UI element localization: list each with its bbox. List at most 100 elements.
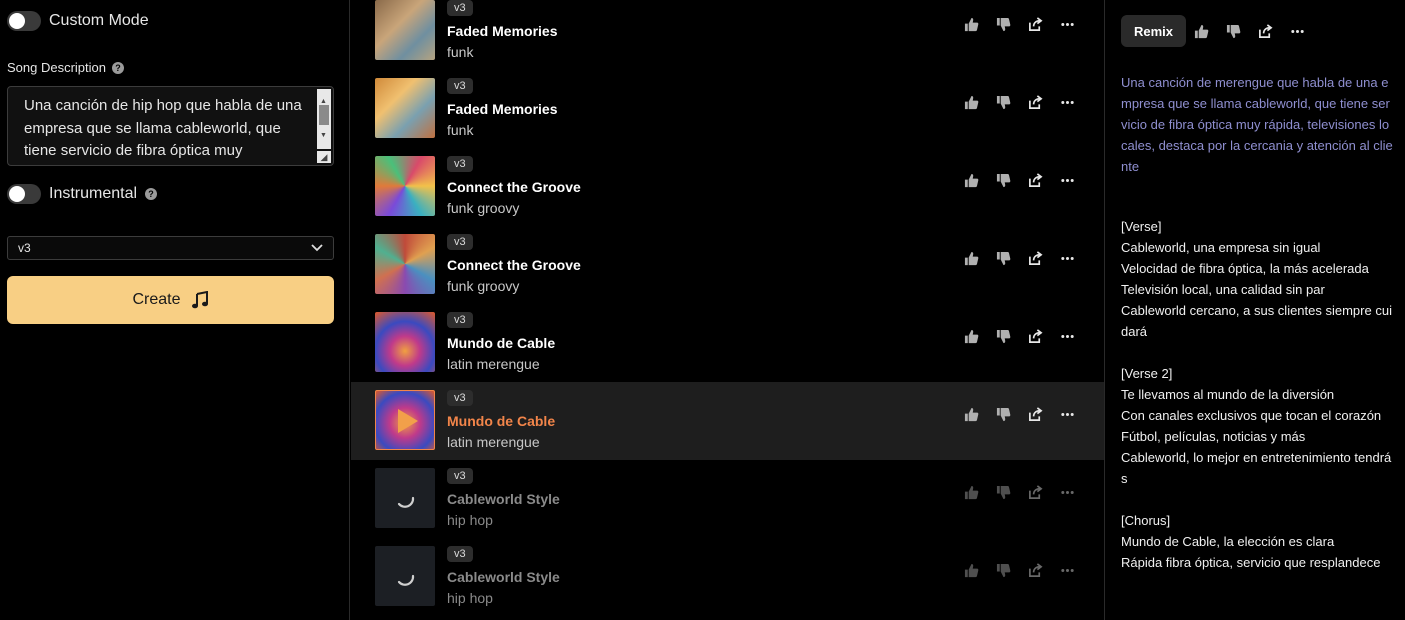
song-detail-panel: Remix Una canción de merengue que habla …	[1104, 0, 1405, 620]
song-title[interactable]: Cableworld Style	[447, 491, 560, 507]
song-row[interactable]: v3 Cableworld Style hip hop	[351, 460, 1104, 538]
share-icon[interactable]	[1027, 328, 1043, 344]
thumbs-up-icon[interactable]	[1193, 23, 1209, 39]
thumbs-up-icon[interactable]	[963, 16, 979, 32]
thumbs-down-icon[interactable]	[995, 484, 1011, 500]
song-description-label-row: Song Description ?	[7, 60, 124, 75]
more-options-icon[interactable]	[1059, 562, 1075, 578]
song-genre: funk groovy	[447, 200, 520, 216]
song-title[interactable]: Faded Memories	[447, 101, 557, 117]
song-row[interactable]: v3 Connect the Groove funk groovy	[351, 226, 1104, 304]
share-icon[interactable]	[1027, 250, 1043, 266]
song-description-input[interactable]: Una canción de hip hop que habla de una …	[7, 86, 334, 166]
instrumental-toggle[interactable]	[7, 184, 41, 204]
song-title[interactable]: Mundo de Cable	[447, 413, 555, 429]
lyrics: [Verse] Cableworld, una empresa sin igual…	[1121, 216, 1393, 573]
song-row[interactable]: v3 Faded Memories funk	[351, 70, 1104, 148]
more-options-icon[interactable]	[1059, 250, 1075, 266]
version-badge: v3	[447, 390, 473, 406]
thumbs-up-icon[interactable]	[963, 406, 979, 422]
song-row[interactable]: v3 Connect the Groove funk groovy	[351, 148, 1104, 226]
song-actions	[963, 562, 1075, 578]
custom-mode-toggle[interactable]	[7, 11, 41, 31]
version-badge: v3	[447, 0, 473, 16]
thumbs-down-icon[interactable]	[995, 406, 1011, 422]
more-options-icon[interactable]	[1059, 328, 1075, 344]
lyric-line: [Verse]	[1121, 219, 1162, 234]
song-description-label: Song Description	[7, 60, 106, 75]
thumbs-down-icon[interactable]	[1225, 23, 1241, 39]
song-cover-image[interactable]	[375, 390, 435, 450]
help-icon[interactable]: ?	[145, 188, 158, 200]
thumbs-up-icon[interactable]	[963, 250, 979, 266]
thumbs-up-icon[interactable]	[963, 328, 979, 344]
song-title[interactable]: Connect the Groove	[447, 179, 581, 195]
more-options-icon[interactable]	[1289, 23, 1305, 39]
remix-button[interactable]: Remix	[1121, 15, 1186, 47]
song-row[interactable]: v3 Mundo de Cable latin merengue	[351, 382, 1104, 460]
song-title[interactable]: Faded Memories	[447, 23, 557, 39]
scroll-down-icon[interactable]: ▼	[320, 125, 327, 148]
share-icon[interactable]	[1027, 16, 1043, 32]
song-genre: latin merengue	[447, 356, 540, 372]
version-select[interactable]: v3	[7, 236, 334, 260]
more-options-icon[interactable]	[1059, 172, 1075, 188]
custom-mode-label: Custom Mode	[49, 12, 149, 29]
song-row[interactable]: v3 Cableworld Style hip hop	[351, 538, 1104, 616]
song-title[interactable]: Mundo de Cable	[447, 335, 555, 351]
song-title[interactable]: Connect the Groove	[447, 257, 581, 273]
song-cover-image[interactable]	[375, 312, 435, 372]
more-options-icon[interactable]	[1059, 16, 1075, 32]
chevron-down-icon	[311, 244, 323, 252]
song-genre: hip hop	[447, 512, 493, 528]
song-actions	[963, 406, 1075, 422]
music-note-icon	[191, 291, 208, 309]
share-icon[interactable]	[1027, 406, 1043, 422]
create-button-label: Create	[132, 291, 181, 308]
textarea-scrollbar[interactable]: ▲ ▼	[317, 89, 331, 149]
song-actions	[963, 94, 1075, 110]
song-cover-image[interactable]	[375, 468, 435, 528]
thumbs-up-icon[interactable]	[963, 484, 979, 500]
resize-handle-icon[interactable]: ◢	[317, 151, 331, 163]
loading-spinner-icon	[397, 574, 415, 586]
thumbs-down-icon[interactable]	[995, 172, 1011, 188]
thumbs-up-icon[interactable]	[963, 562, 979, 578]
thumbs-up-icon[interactable]	[963, 172, 979, 188]
version-badge: v3	[447, 156, 473, 172]
song-cover-image[interactable]	[375, 156, 435, 216]
help-icon[interactable]: ?	[112, 61, 124, 74]
thumbs-down-icon[interactable]	[995, 250, 1011, 266]
lyric-line: Mundo de Cable, la elección es clara	[1121, 534, 1335, 549]
song-cover-image[interactable]	[375, 546, 435, 606]
more-options-icon[interactable]	[1059, 406, 1075, 422]
instrumental-row: Instrumental ?	[7, 184, 158, 204]
thumbs-up-icon[interactable]	[963, 94, 979, 110]
song-genre: funk	[447, 122, 474, 138]
share-icon[interactable]	[1027, 484, 1043, 500]
share-icon[interactable]	[1027, 562, 1043, 578]
lyric-line: [Verse 2]	[1121, 366, 1173, 381]
share-icon[interactable]	[1027, 94, 1043, 110]
song-row[interactable]: v3 Mundo de Cable latin merengue	[351, 304, 1104, 382]
song-cover-image[interactable]	[375, 78, 435, 138]
song-title[interactable]: Cableworld Style	[447, 569, 560, 585]
song-genre: latin merengue	[447, 434, 540, 450]
song-cover-image[interactable]	[375, 0, 435, 60]
scroll-thumb[interactable]	[319, 105, 329, 125]
song-row[interactable]: v3 Faded Memories funk	[351, 0, 1104, 70]
thumbs-down-icon[interactable]	[995, 16, 1011, 32]
thumbs-down-icon[interactable]	[995, 94, 1011, 110]
loading-spinner-icon	[397, 496, 415, 508]
song-cover-image[interactable]	[375, 234, 435, 294]
create-button[interactable]: Create	[7, 276, 334, 324]
lyric-line: Te llevamos al mundo de la diversión	[1121, 387, 1335, 402]
lyric-line: Cableworld, lo mejor en entretenimiento …	[1121, 450, 1392, 486]
share-icon[interactable]	[1027, 172, 1043, 188]
share-icon[interactable]	[1257, 23, 1273, 39]
more-options-icon[interactable]	[1059, 484, 1075, 500]
more-options-icon[interactable]	[1059, 94, 1075, 110]
thumbs-down-icon[interactable]	[995, 328, 1011, 344]
play-icon[interactable]	[376, 391, 435, 450]
thumbs-down-icon[interactable]	[995, 562, 1011, 578]
